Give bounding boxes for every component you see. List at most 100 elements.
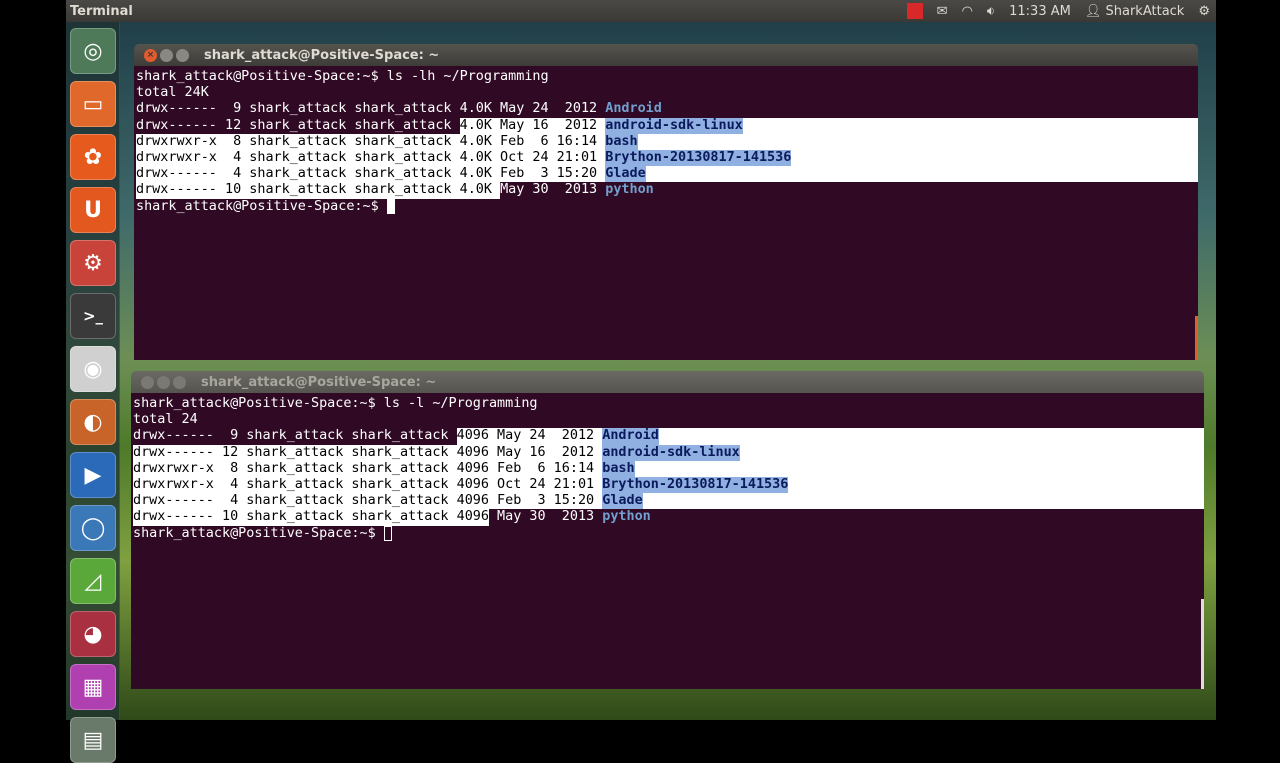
video-editor-icon[interactable]: ▦ [70,664,116,710]
user-menu[interactable]: 👤︎ SharkAttack [1085,4,1185,19]
directory-name: Brython-20130817-141536 [605,149,792,167]
terminal-text: drwx------ 10 shark_attack shark_attack … [136,182,501,199]
cursor [386,198,395,214]
clock[interactable]: 11:33 AM [1009,4,1071,19]
selection-fill [791,149,1198,167]
top-panel: Terminal ✉ ◠ 🔉︎ 11:33 AM 👤︎ SharkAttack … [66,0,1216,22]
ubuntu-one-icon[interactable]: U [70,187,116,233]
terminal-text: May 30 2013 [488,509,603,525]
output-line: drwxrwxr-x 4 shark_attack shark_attack 4… [136,149,1198,167]
cursor [383,525,392,541]
terminal-output[interactable]: shark_attack@Positive-Space:~$ ls -l ~/P… [131,393,1204,689]
terminal-text: drwx------ 12 shark_attack shark_attack … [133,444,603,461]
title-bar[interactable]: shark_attack@Positive-Space: ~ [131,371,1204,393]
output-line: shark_attack@Positive-Space:~$ ls -lh ~/… [136,69,1198,85]
directory-name: bash [605,133,638,150]
minimize-button[interactable] [157,375,170,389]
close-button[interactable]: × [144,48,157,62]
terminal-text: drwx------ 4 shark_attack shark_attack 4… [133,493,603,510]
user-icon: 👤︎ [1084,3,1102,19]
maximize-button[interactable] [176,48,189,62]
directory-name: android-sdk-linux [602,444,740,461]
terminal-text: May 30 2013 [500,182,606,198]
selection-fill [634,460,1204,477]
output-line: drwx------ 4 shark_attack shark_attack 4… [136,166,1198,183]
record-icon[interactable] [906,3,923,19]
output-line: total 24 [133,412,1204,428]
terminal-text: drwxrwxr-x 8 shark_attack shark_attack 4… [133,460,603,477]
output-line: drwxrwxr-x 8 shark_attack shark_attack 4… [136,133,1198,150]
prompt-line: shark_attack@Positive-Space:~$ [136,198,1198,215]
app-icon[interactable]: ◕ [70,611,116,657]
output-line: drwx------ 10 shark_attack shark_attack … [136,182,1198,199]
output-line: drwx------ 12 shark_attack shark_attack … [136,117,1198,134]
terminal-text: drwxrwxr-x 4 shark_attack shark_attack 4… [133,476,603,494]
media-player-icon[interactable]: ▶ [70,452,116,498]
directory-name: Android [605,101,662,117]
terminal-text: total 24K [136,85,209,101]
selection-fill [742,117,1198,134]
terminal-text: drwxrwxr-x 8 shark_attack shark_attack 4… [136,133,606,150]
terminal-text: drwx------ 12 shark_attack shark_attack [136,117,460,133]
output-line: drwx------ 9 shark_attack shark_attack 4… [136,101,1198,117]
terminal-window-unfocused[interactable]: shark_attack@Positive-Space: ~ shark_att… [131,371,1204,689]
directory-name: python [602,509,651,525]
directory-name: python [605,182,654,198]
selection-fill [642,493,1204,510]
selection-fill [645,166,1198,183]
directory-name: Glade [602,493,643,510]
output-line: total 24K [136,85,1198,101]
terminal-text: 4.0K May 16 2012 [459,117,606,134]
terminal-text: drwx------ 4 shark_attack shark_attack 4… [136,166,606,183]
directory-name: Glade [605,166,646,183]
software-center-icon[interactable]: ✿ [70,134,116,180]
letterbox-right [1214,0,1280,720]
prompt-line: shark_attack@Positive-Space:~$ [133,525,1204,542]
launcher: ◎ ▭ ✿ U ⚙ >_ ◉ ◐ ▶ ◯ ◿ ◕ ▦ ▤ [66,22,120,763]
scrollbar[interactable] [1195,316,1198,360]
directory-name: android-sdk-linux [605,117,743,134]
close-button[interactable] [141,375,154,389]
wifi-icon[interactable]: ◠ [962,4,973,19]
directory-name: bash [602,460,635,477]
terminal-text: shark_attack@Positive-Space:~$ [133,525,376,541]
output-line: drwxrwxr-x 4 shark_attack shark_attack 4… [133,476,1204,494]
volume-icon[interactable]: 🔉︎ [987,4,995,19]
trash-icon[interactable]: ▤ [70,717,116,763]
output-line: drwx------ 4 shark_attack shark_attack 4… [133,493,1204,510]
chromium-icon[interactable]: ◯ [70,505,116,551]
terminal-text: shark_attack@Positive-Space:~$ ls -l ~/P… [133,396,538,411]
maximize-button[interactable] [173,375,186,389]
dash-icon[interactable]: ◎ [70,28,116,74]
geometry-icon[interactable]: ◿ [70,558,116,604]
selection-fill [739,444,1204,461]
terminal-text: drwx------ 9 shark_attack shark_attack [133,428,457,444]
terminal-window-focused[interactable]: × shark_attack@Positive-Space: ~ shark_a… [134,44,1198,360]
system-settings-icon[interactable]: ⚙ [70,240,116,286]
firefox-icon[interactable]: ◐ [70,399,116,445]
output-line: drwx------ 9 shark_attack shark_attack 4… [133,428,1204,445]
terminal-icon[interactable]: >_ [70,293,116,339]
output-line: shark_attack@Positive-Space:~$ ls -l ~/P… [133,396,1204,412]
terminal-text: drwx------ 10 shark_attack shark_attack … [133,509,489,526]
terminal-text: drwx------ 9 shark_attack shark_attack 4… [136,101,606,117]
user-name: SharkAttack [1105,3,1185,19]
active-app-name: Terminal [70,3,133,19]
window-title: shark_attack@Positive-Space: ~ [204,47,440,63]
mail-icon[interactable]: ✉ [937,4,948,19]
title-bar[interactable]: × shark_attack@Positive-Space: ~ [134,44,1198,66]
files-icon[interactable]: ▭ [70,81,116,127]
gear-icon[interactable]: ⚙ [1198,4,1210,19]
directory-name: Android [602,428,659,445]
terminal-text: total 24 [133,412,198,428]
output-line: drwxrwxr-x 8 shark_attack shark_attack 4… [133,460,1204,477]
terminal-text: shark_attack@Positive-Space:~$ [136,198,379,214]
scrollbar[interactable] [1201,599,1204,689]
terminal-output[interactable]: shark_attack@Positive-Space:~$ ls -lh ~/… [134,66,1198,360]
terminal-text: 4096 May 24 2012 [456,428,603,445]
directory-name: Brython-20130817-141536 [602,476,789,494]
camera-icon[interactable]: ◉ [70,346,116,392]
window-title: shark_attack@Positive-Space: ~ [201,374,437,390]
minimize-button[interactable] [160,48,173,62]
terminal-text: shark_attack@Positive-Space:~$ ls -lh ~/… [136,69,549,84]
